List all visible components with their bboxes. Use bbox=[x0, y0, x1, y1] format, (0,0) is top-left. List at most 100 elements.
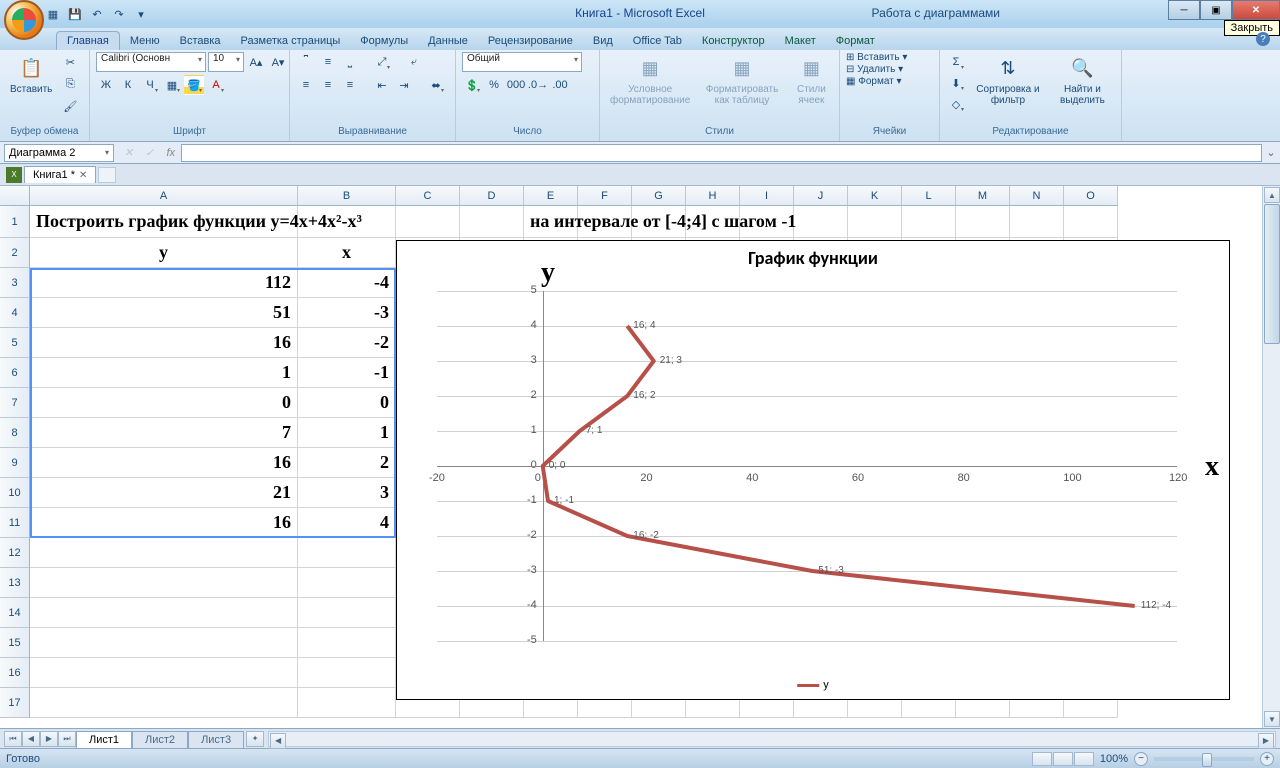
column-header[interactable]: E bbox=[524, 186, 578, 206]
maximize-button[interactable]: ▣ bbox=[1200, 0, 1232, 20]
cell[interactable] bbox=[1064, 206, 1118, 238]
tab-формат[interactable]: Формат bbox=[826, 32, 885, 50]
enter-formula-button[interactable]: ✓ bbox=[139, 146, 160, 159]
cell[interactable]: 51 bbox=[30, 298, 298, 328]
scroll-right-button[interactable]: ▶ bbox=[1258, 733, 1274, 749]
copy-button[interactable]: ⎘ bbox=[60, 74, 80, 94]
close-workbook-button[interactable]: ✕ bbox=[79, 170, 87, 181]
cell[interactable]: -2 bbox=[298, 328, 396, 358]
cell[interactable]: 16 bbox=[30, 448, 298, 478]
comma-button[interactable]: 000 bbox=[506, 75, 526, 95]
row-header[interactable]: 2 bbox=[0, 238, 30, 268]
align-bottom-button[interactable]: ⎵ bbox=[340, 52, 360, 72]
format-painter-button[interactable]: 🖌 bbox=[60, 96, 80, 116]
zoom-out-button[interactable]: − bbox=[1134, 752, 1148, 766]
cell[interactable]: 21 bbox=[30, 478, 298, 508]
italic-button[interactable]: К bbox=[118, 75, 138, 95]
page-break-view-button[interactable] bbox=[1074, 752, 1094, 766]
increase-font-button[interactable]: A▴ bbox=[246, 52, 266, 72]
sort-filter-button[interactable]: ⇅ Сортировка и фильтр bbox=[970, 52, 1046, 108]
cell[interactable]: х bbox=[298, 238, 396, 268]
horizontal-scrollbar[interactable]: ◀ ▶ bbox=[268, 731, 1276, 747]
accounting-format-button[interactable]: 💲 bbox=[462, 75, 482, 95]
vertical-scrollbar[interactable]: ▲ ▼ bbox=[1262, 186, 1280, 728]
tab-вид[interactable]: Вид bbox=[583, 32, 623, 50]
help-button[interactable]: ? bbox=[1256, 32, 1270, 46]
cell[interactable]: 16 bbox=[30, 328, 298, 358]
minimize-button[interactable]: ─ bbox=[1168, 0, 1200, 20]
row-header[interactable]: 1 bbox=[0, 206, 30, 238]
cell[interactable] bbox=[298, 538, 396, 568]
border-button[interactable]: ▦ bbox=[162, 75, 182, 95]
align-left-button[interactable]: ≡ bbox=[296, 75, 316, 95]
cell[interactable] bbox=[902, 206, 956, 238]
row-header[interactable]: 16 bbox=[0, 658, 30, 688]
column-header[interactable]: L bbox=[902, 186, 956, 206]
prev-sheet-button[interactable]: ◀ bbox=[22, 731, 40, 747]
data-label[interactable]: 16; -2 bbox=[633, 530, 659, 541]
column-header[interactable]: K bbox=[848, 186, 902, 206]
wrap-text-button[interactable]: ⤶ bbox=[404, 52, 424, 72]
sheet-tab[interactable]: Лист2 bbox=[132, 731, 188, 748]
column-header[interactable]: O bbox=[1064, 186, 1118, 206]
tab-данные[interactable]: Данные bbox=[418, 32, 478, 50]
cell[interactable] bbox=[298, 568, 396, 598]
paste-button[interactable]: 📋 Вставить bbox=[6, 52, 56, 97]
bold-button[interactable]: Ж bbox=[96, 75, 116, 95]
cell[interactable] bbox=[298, 598, 396, 628]
cell[interactable] bbox=[848, 206, 902, 238]
first-sheet-button[interactable]: ⏮ bbox=[4, 731, 22, 747]
format-cells-button[interactable]: ▦ Формат ▾ bbox=[846, 76, 902, 87]
number-format-select[interactable]: Общий bbox=[462, 52, 582, 72]
tab-меню[interactable]: Меню bbox=[120, 32, 170, 50]
row-header[interactable]: 8 bbox=[0, 418, 30, 448]
redo-button[interactable]: ↷ bbox=[110, 5, 128, 23]
next-sheet-button[interactable]: ▶ bbox=[40, 731, 58, 747]
data-label[interactable]: 16; 4 bbox=[633, 320, 655, 331]
office-button[interactable] bbox=[4, 0, 44, 40]
cut-button[interactable]: ✂ bbox=[60, 52, 80, 72]
decrease-indent-button[interactable]: ⇤ bbox=[372, 75, 392, 95]
row-header[interactable]: 3 bbox=[0, 268, 30, 298]
tab-разметка-страницы[interactable]: Разметка страницы bbox=[231, 32, 351, 50]
row-header[interactable]: 4 bbox=[0, 298, 30, 328]
tab-office-tab[interactable]: Office Tab bbox=[623, 32, 692, 50]
column-header[interactable]: N bbox=[1010, 186, 1064, 206]
cell[interactable]: -1 bbox=[298, 358, 396, 388]
tab-главная[interactable]: Главная bbox=[56, 31, 120, 50]
chart-plot-area[interactable]: -5-4-3-2-1012345-2002040608010012016; 42… bbox=[437, 291, 1177, 641]
select-all-corner[interactable] bbox=[0, 186, 30, 206]
cell[interactable] bbox=[298, 658, 396, 688]
sheet-tab[interactable]: Лист1 bbox=[76, 731, 132, 748]
chart-legend[interactable]: у bbox=[797, 679, 829, 691]
x-axis-title[interactable]: х bbox=[1205, 451, 1219, 483]
column-header[interactable]: B bbox=[298, 186, 396, 206]
normal-view-button[interactable] bbox=[1032, 752, 1052, 766]
align-middle-button[interactable]: ≡ bbox=[318, 52, 338, 72]
find-select-button[interactable]: 🔍 Найти и выделить bbox=[1050, 52, 1115, 108]
percent-button[interactable]: % bbox=[484, 75, 504, 95]
cell[interactable]: у bbox=[30, 238, 298, 268]
orientation-button[interactable]: ⤢ bbox=[372, 52, 392, 72]
data-label[interactable]: 7; 1 bbox=[586, 425, 603, 436]
column-header[interactable]: C bbox=[396, 186, 460, 206]
scroll-up-button[interactable]: ▲ bbox=[1264, 187, 1280, 203]
last-sheet-button[interactable]: ⏭ bbox=[58, 731, 76, 747]
column-header[interactable]: A bbox=[30, 186, 298, 206]
chart-object[interactable]: График функции у х -5-4-3-2-1012345-2002… bbox=[396, 240, 1230, 700]
expand-formula-bar-button[interactable]: ⌄ bbox=[1262, 146, 1280, 159]
cell[interactable] bbox=[30, 568, 298, 598]
new-workbook-button[interactable] bbox=[98, 167, 116, 183]
data-label[interactable]: 0; 0 bbox=[549, 460, 566, 471]
cell[interactable]: 112 bbox=[30, 268, 298, 298]
column-header[interactable]: M bbox=[956, 186, 1010, 206]
row-header[interactable]: 14 bbox=[0, 598, 30, 628]
cell[interactable]: на интервале от [-4;4] с шагом -1 bbox=[524, 206, 578, 238]
insert-function-button[interactable]: fx bbox=[160, 147, 181, 159]
cell[interactable] bbox=[30, 538, 298, 568]
data-label[interactable]: 51; -3 bbox=[818, 565, 844, 576]
zoom-in-button[interactable]: + bbox=[1260, 752, 1274, 766]
cell[interactable]: 2 bbox=[298, 448, 396, 478]
merge-button[interactable]: ⬌ bbox=[426, 75, 446, 95]
cell[interactable] bbox=[1010, 206, 1064, 238]
